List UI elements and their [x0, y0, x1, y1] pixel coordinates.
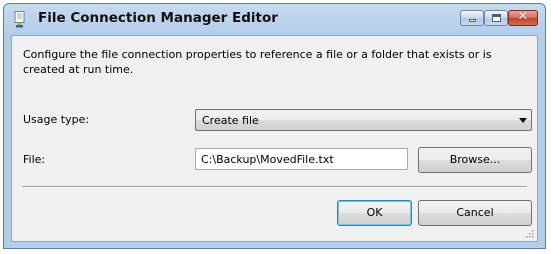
ok-button[interactable]: OK [337, 200, 412, 226]
close-button[interactable]: ✕ [508, 9, 538, 26]
usage-type-label: Usage type: [23, 113, 90, 126]
divider [22, 186, 527, 188]
file-path-input[interactable] [195, 148, 408, 170]
title-bar[interactable]: File Connection Manager Editor ✕ [4, 4, 545, 34]
dialog-content: Configure the file connection properties… [11, 35, 538, 242]
close-icon: ✕ [517, 9, 529, 24]
usage-type-value: Create file [202, 114, 259, 127]
file-connection-icon [14, 11, 25, 28]
minimize-icon [469, 19, 476, 22]
dialog-window: File Connection Manager Editor ✕ Configu… [3, 3, 546, 249]
maximize-icon [492, 14, 501, 22]
chevron-down-icon [519, 118, 527, 123]
maximize-button[interactable] [484, 10, 508, 26]
file-label: File: [23, 153, 46, 166]
minimize-button[interactable] [460, 10, 484, 26]
window-title: File Connection Manager Editor [38, 10, 278, 26]
usage-type-dropdown[interactable]: Create file [195, 109, 532, 131]
cancel-button[interactable]: Cancel [418, 200, 532, 226]
browse-button[interactable]: Browse... [418, 147, 532, 173]
description-text: Configure the file connection properties… [23, 48, 492, 76]
resize-grip-icon[interactable] [524, 228, 534, 238]
